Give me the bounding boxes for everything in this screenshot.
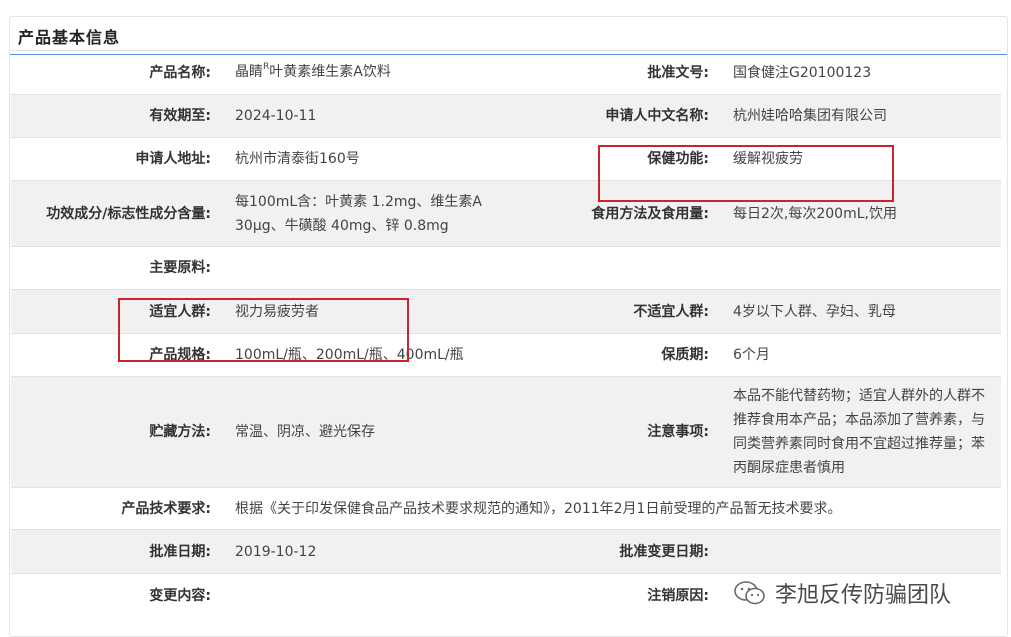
value-unsuitable-population: 4岁以下人群、孕妇、乳母 xyxy=(717,289,1001,334)
value-health-function: 缓解视疲劳 xyxy=(717,137,1001,181)
label-health-function: 保健功能: xyxy=(519,137,717,181)
value-suitable-population: 视力易疲劳者 xyxy=(219,289,519,334)
value-active-ingredients: 每100mL含：叶黄素 1.2mg、维生素A 30μg、牛磺酸 40mg、锌 0… xyxy=(219,180,519,247)
value-main-ingredients xyxy=(219,246,519,290)
value-approval-number: 国食健注G20100123 xyxy=(717,50,1001,95)
label-active-ingredients: 功效成分/标志性成分含量: xyxy=(11,180,219,247)
label-applicant-address: 申请人地址: xyxy=(11,137,219,181)
table-row: 主要原料: xyxy=(11,246,1001,290)
wechat-icon xyxy=(734,581,765,605)
value-shelf-life: 6个月 xyxy=(717,333,1001,377)
table-row: 贮藏方法: 常温、阴凉、避光保存 注意事项: 本品不能代替药物；适宜人群外的人群… xyxy=(11,376,1001,488)
value-dosage: 每日2次,每次200mL,饮用 xyxy=(717,180,1001,247)
product-info-table: 产品名称: 晶睛R叶黄素维生素A饮料 批准文号: 国食健注G20100123 有… xyxy=(11,50,1001,618)
label-main-ingredients: 主要原料: xyxy=(11,246,219,290)
value-product-name: 晶睛R叶黄素维生素A饮料 xyxy=(219,50,519,95)
table-row: 产品技术要求: 根据《关于印发保健食品产品技术要求规范的通知》，2011年2月1… xyxy=(11,487,1001,530)
watermark: 李旭反传防骗团队 xyxy=(733,577,951,609)
label-unsuitable-population: 不适宜人群: xyxy=(519,289,717,334)
value-approval-change-date xyxy=(717,529,1001,574)
label-precautions: 注意事项: xyxy=(519,376,717,488)
label-approval-change-date: 批准变更日期: xyxy=(519,529,717,574)
label-product-name: 产品名称: xyxy=(11,50,219,95)
table-row: 适宜人群: 视力易疲劳者 不适宜人群: 4岁以下人群、孕妇、乳母 xyxy=(11,289,1001,334)
table-row: 产品名称: 晶睛R叶黄素维生素A饮料 批准文号: 国食健注G20100123 xyxy=(11,50,1001,95)
value-precautions: 本品不能代替药物；适宜人群外的人群不推荐食用本产品；本品添加了营养素，与同类营养… xyxy=(717,376,1001,488)
label-shelf-life: 保质期: xyxy=(519,333,717,377)
value-applicant-name: 杭州娃哈哈集团有限公司 xyxy=(717,94,1001,138)
label-approval-date: 批准日期: xyxy=(11,529,219,574)
label-change-content: 变更内容: xyxy=(11,573,219,618)
value-approval-date: 2019-10-12 xyxy=(219,529,519,574)
label-applicant-name: 申请人中文名称: xyxy=(519,94,717,138)
label-dosage: 食用方法及食用量: xyxy=(519,180,717,247)
label-cancellation-reason: 注销原因: xyxy=(519,573,717,618)
label-empty xyxy=(519,246,717,290)
value-storage: 常温、阴凉、避光保存 xyxy=(219,376,519,488)
table-row: 批准日期: 2019-10-12 批准变更日期: xyxy=(11,529,1001,574)
label-storage: 贮藏方法: xyxy=(11,376,219,488)
value-applicant-address: 杭州市清泰街160号 xyxy=(219,137,519,181)
value-technical-requirements: 根据《关于印发保健食品产品技术要求规范的通知》，2011年2月1日前受理的产品暂… xyxy=(219,487,1001,530)
label-specification: 产品规格: xyxy=(11,333,219,377)
label-valid-until: 有效期至: xyxy=(11,94,219,138)
label-approval-number: 批准文号: xyxy=(519,50,717,95)
table-row: 申请人地址: 杭州市清泰街160号 保健功能: 缓解视疲劳 xyxy=(11,137,1001,181)
value-change-content xyxy=(219,573,519,618)
table-row: 产品规格: 100mL/瓶、200mL/瓶、400mL/瓶 保质期: 6个月 xyxy=(11,333,1001,377)
table-row: 功效成分/标志性成分含量: 每100mL含：叶黄素 1.2mg、维生素A 30μ… xyxy=(11,180,1001,247)
value-empty xyxy=(717,246,1001,290)
label-suitable-population: 适宜人群: xyxy=(11,289,219,334)
value-valid-until: 2024-10-11 xyxy=(219,94,519,138)
label-technical-requirements: 产品技术要求: xyxy=(11,487,219,530)
value-specification: 100mL/瓶、200mL/瓶、400mL/瓶 xyxy=(219,333,519,377)
table-row: 有效期至: 2024-10-11 申请人中文名称: 杭州娃哈哈集团有限公司 xyxy=(11,94,1001,138)
watermark-text: 李旭反传防骗团队 xyxy=(775,583,952,608)
panel-title: 产品基本信息 xyxy=(18,27,121,47)
